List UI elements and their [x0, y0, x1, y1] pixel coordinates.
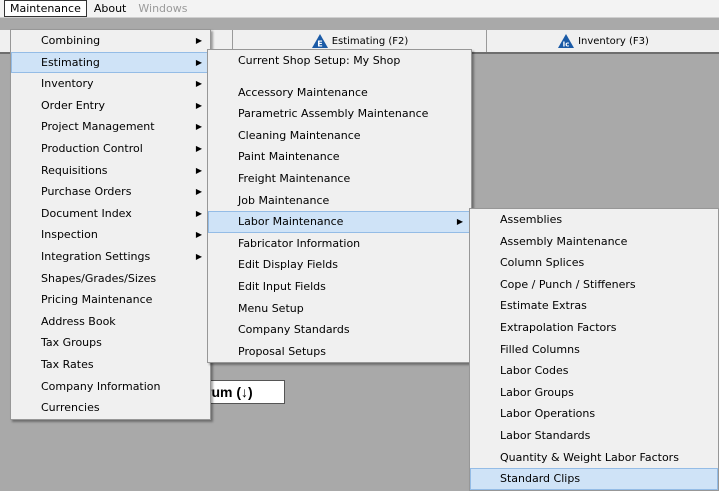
menu-item-standard-clips[interactable]: Standard Clips [470, 468, 718, 490]
menu-item-labor-standards[interactable]: Labor Standards [470, 425, 718, 447]
menu-item-labor-groups[interactable]: Labor Groups [470, 382, 718, 404]
submenu-arrow-icon: ▶ [195, 208, 202, 218]
menu-about[interactable]: About [89, 1, 132, 16]
menu-item-labor-codes[interactable]: Labor Codes [470, 360, 718, 382]
submenu-arrow-icon: ▶ [195, 122, 202, 132]
menu-item-column-splices[interactable]: Column Splices [470, 252, 718, 274]
forum-label: rum (↓) [206, 384, 253, 400]
menu-item-company-information[interactable]: Company Information [11, 376, 210, 398]
menu-item-proposal-setups[interactable]: Proposal Setups [208, 341, 471, 363]
tab-estimating-label: Estimating (F2) [331, 35, 409, 47]
submenu-arrow-icon: ▶ [195, 251, 202, 261]
menu-item-company-standards[interactable]: Company Standards [208, 319, 471, 341]
menu-item-estimate-extras[interactable]: Estimate Extras [470, 295, 718, 317]
menu-item-combining[interactable]: Combining ▶ [11, 30, 210, 52]
menu-item-extrapolation-factors[interactable]: Extrapolation Factors [470, 317, 718, 339]
menu-maintenance[interactable]: Maintenance [4, 0, 87, 17]
estimating-submenu: Current Shop Setup: My Shop Accessory Ma… [207, 49, 472, 364]
submenu-arrow-icon: ▶ [195, 36, 202, 45]
menu-item-fabricator-information[interactable]: Fabricator Information [208, 233, 471, 255]
menu-item-cope-punch-stiffeners[interactable]: Cope / Punch / Stiffeners [470, 274, 718, 296]
submenu-arrow-icon: ▶ [195, 187, 202, 197]
menu-item-currencies[interactable]: Currencies [11, 397, 210, 419]
inventory-icon: Ic [558, 34, 575, 49]
menu-item-edit-input-fields[interactable]: Edit Input Fields [208, 276, 471, 298]
menu-item-project-management[interactable]: Project Management ▶ [11, 116, 210, 138]
tab-inventory[interactable]: Ic Inventory (F3) [486, 30, 719, 52]
svg-text:Ic: Ic [563, 41, 570, 49]
menu-item-assembly-maintenance[interactable]: Assembly Maintenance [470, 231, 718, 253]
menu-item-freight-maintenance[interactable]: Freight Maintenance [208, 168, 471, 190]
menu-item-address-book[interactable]: Address Book [11, 311, 210, 333]
menu-item-labor-operations[interactable]: Labor Operations [470, 403, 718, 425]
menu-bar: Maintenance About Windows [0, 0, 719, 18]
menu-item-job-maintenance[interactable]: Job Maintenance [208, 190, 471, 212]
svg-text:E: E [317, 40, 322, 49]
menu-item-edit-display-fields[interactable]: Edit Display Fields [208, 254, 471, 276]
maintenance-menu: Combining ▶ Estimating ▶ Inventory ▶ Order … [10, 29, 211, 420]
submenu-arrow-icon: ▶ [195, 165, 202, 175]
submenu-arrow-icon: ▶ [456, 217, 463, 227]
submenu-arrow-icon: ▶ [195, 100, 202, 110]
menu-item-document-index[interactable]: Document Index ▶ [11, 203, 210, 225]
estimating-icon: E [311, 34, 328, 49]
submenu-arrow-icon: ▶ [195, 79, 202, 89]
menu-item-parametric-assembly-maintenance[interactable]: Parametric Assembly Maintenance [208, 103, 471, 125]
menu-item-quantity-weight-labor-factors[interactable]: Quantity & Weight Labor Factors [470, 447, 718, 469]
submenu-arrow-icon: ▶ [195, 230, 202, 240]
labor-maintenance-submenu: Assemblies Assembly Maintenance Column S… [469, 208, 719, 491]
menu-item-paint-maintenance[interactable]: Paint Maintenance [208, 146, 471, 168]
menu-item-shapes-grades-sizes[interactable]: Shapes/Grades/Sizes [11, 268, 210, 290]
menu-item-inventory[interactable]: Inventory ▶ [11, 73, 210, 95]
menu-spacer [208, 72, 471, 82]
menu-item-accessory-maintenance[interactable]: Accessory Maintenance [208, 82, 471, 104]
menu-item-menu-setup[interactable]: Menu Setup [208, 298, 471, 320]
menu-item-assemblies[interactable]: Assemblies [470, 209, 718, 231]
menu-item-inspection[interactable]: Inspection ▶ [11, 224, 210, 246]
menu-item-tax-rates[interactable]: Tax Rates [11, 354, 210, 376]
tab-inventory-label: Inventory (F3) [578, 35, 649, 47]
menu-item-estimating[interactable]: Estimating ▶ [11, 51, 210, 74]
menu-windows[interactable]: Windows [133, 1, 192, 16]
submenu-arrow-icon: ▶ [195, 143, 202, 153]
menu-item-tax-groups[interactable]: Tax Groups [11, 332, 210, 354]
menu-item-cleaning-maintenance[interactable]: Cleaning Maintenance [208, 125, 471, 147]
menu-item-purchase-orders[interactable]: Purchase Orders ▶ [11, 181, 210, 203]
menu-item-production-control[interactable]: Production Control ▶ [11, 138, 210, 160]
menu-item-order-entry[interactable]: Order Entry ▶ [11, 95, 210, 117]
menu-item-labor-maintenance[interactable]: Labor Maintenance ▶ [208, 211, 471, 233]
menu-item-filled-columns[interactable]: Filled Columns [470, 339, 718, 361]
submenu-arrow-icon: ▶ [195, 57, 202, 67]
menu-item-integration-settings[interactable]: Integration Settings ▶ [11, 246, 210, 268]
menu-item-pricing-maintenance[interactable]: Pricing Maintenance [11, 289, 210, 311]
menu-item-current-shop-setup[interactable]: Current Shop Setup: My Shop [208, 50, 471, 72]
menu-item-requisitions[interactable]: Requisitions ▶ [11, 160, 210, 182]
